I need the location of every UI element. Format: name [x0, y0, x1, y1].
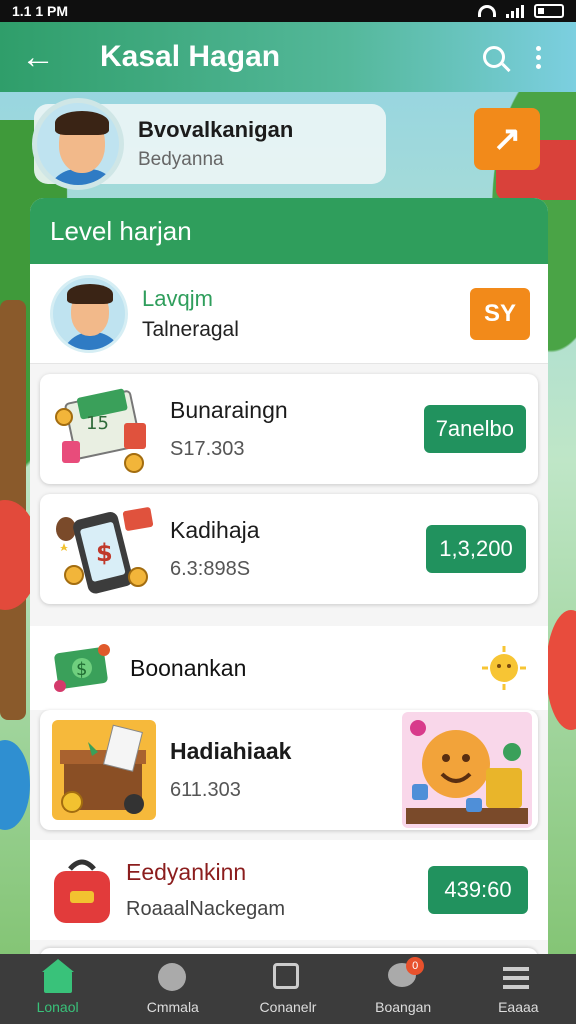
- nav-item-house[interactable]: Conanelr: [233, 963, 343, 1015]
- more-options-button[interactable]: [516, 35, 560, 79]
- house-outline-icon: [272, 963, 303, 993]
- red-bag-icon: [54, 859, 110, 923]
- list-item[interactable]: 15 Bunaraingn S17.303 7anelbo: [40, 374, 538, 484]
- item-action-button[interactable]: 7anelbo: [423, 405, 526, 453]
- bottom-nav: Lonaol Cmmala Conanelr 0 Boangan Eaaaa: [0, 954, 576, 1024]
- money-stack-icon: 15: [52, 383, 156, 475]
- svg-text:15: 15: [86, 413, 109, 434]
- phone-dollar-icon: $: [52, 503, 156, 595]
- lock-icon: [157, 963, 188, 993]
- nav-label: Cmmala: [146, 999, 199, 1015]
- reward-amount: 611.303: [170, 779, 241, 801]
- menu-icon: [503, 963, 533, 993]
- nav-label: Boangan: [375, 999, 432, 1015]
- level-panel: Level harjan Lavqjm Talneragal SY 15 Bun…: [30, 198, 548, 958]
- level-row[interactable]: Lavqjm Talneragal SY: [30, 264, 548, 364]
- item-action-button[interactable]: 1,3,200: [426, 525, 526, 573]
- item-title: Bunaraingn: [170, 397, 288, 423]
- reward-title: Hadiahiaak: [170, 738, 292, 764]
- item-title: Kadihaja: [170, 517, 260, 543]
- nav-item-lock[interactable]: Cmmala: [118, 963, 228, 1015]
- panel-header: Level harjan: [30, 198, 548, 264]
- balloon-decoration-right: [546, 610, 576, 730]
- level-title: Lavqjm: [142, 285, 213, 311]
- smiley-coins-icon: [402, 712, 532, 828]
- profile-action-button[interactable]: ↗: [474, 108, 540, 170]
- page-title: Kasal Hagan: [100, 40, 281, 73]
- level-subtitle: Talneragal: [142, 317, 239, 341]
- profile-name: Bvovalkanigan: [138, 117, 294, 142]
- nav-item-menu[interactable]: Eaaaa: [463, 963, 573, 1015]
- svg-text:$: $: [96, 539, 113, 567]
- section-title: Boonankan: [130, 654, 247, 681]
- avatar: [50, 274, 128, 353]
- offer-title: Eedyankinn: [126, 859, 247, 885]
- list-item[interactable]: $ Kadihaja 6.3:898S 1,3,200: [40, 494, 538, 604]
- notification-badge: 0: [406, 957, 425, 975]
- svg-text:$: $: [76, 659, 87, 680]
- offer-subtitle: RoaaalNackegam: [126, 898, 285, 920]
- nav-item-chat[interactable]: 0 Boangan: [348, 957, 458, 1015]
- section-header: $ Boonankan: [30, 626, 548, 710]
- search-icon: [483, 46, 505, 68]
- status-icons: [478, 4, 564, 18]
- profile-card[interactable]: Bvovalkanigan Bedyanna: [32, 98, 386, 190]
- nav-label: Conanelr: [259, 999, 317, 1015]
- ball-decoration: [0, 740, 30, 830]
- reward-card[interactable]: Hadiahiaak 611.303: [40, 710, 538, 830]
- item-amount: S17.303: [170, 438, 245, 460]
- avatar: [32, 98, 124, 190]
- app-bar: ← Kasal Hagan: [0, 22, 576, 92]
- search-button[interactable]: [472, 35, 516, 79]
- chat-icon: 0: [388, 957, 425, 993]
- item-amount: 6.3:898S: [170, 558, 251, 580]
- status-bar: 1.1 1 PM: [0, 0, 576, 22]
- nav-item-home[interactable]: Lonaol: [3, 959, 113, 1015]
- cash-icon: $: [54, 644, 110, 692]
- back-button[interactable]: ←: [16, 35, 60, 79]
- gift-box-icon: [52, 720, 156, 820]
- profile-subtitle: Bedyanna: [138, 149, 224, 170]
- nav-label: Eaaaa: [498, 999, 539, 1015]
- status-time: 1.1 1 PM: [12, 3, 69, 19]
- arrow-icon: ↗: [492, 120, 522, 158]
- level-badge-button[interactable]: SY: [470, 287, 530, 340]
- offer-action-button[interactable]: 439:60: [428, 866, 528, 914]
- arrow-left-icon: ←: [21, 37, 55, 76]
- kebab-menu-icon: [535, 45, 541, 69]
- wifi-icon: [478, 5, 496, 17]
- sun-coin-icon: [482, 646, 526, 690]
- home-icon: [41, 959, 74, 993]
- offer-row[interactable]: Eedyankinn RoaaalNackegam 439:60: [30, 840, 548, 940]
- signal-icon: [506, 4, 524, 18]
- nav-label: Lonaol: [36, 999, 79, 1015]
- battery-icon: [534, 4, 564, 18]
